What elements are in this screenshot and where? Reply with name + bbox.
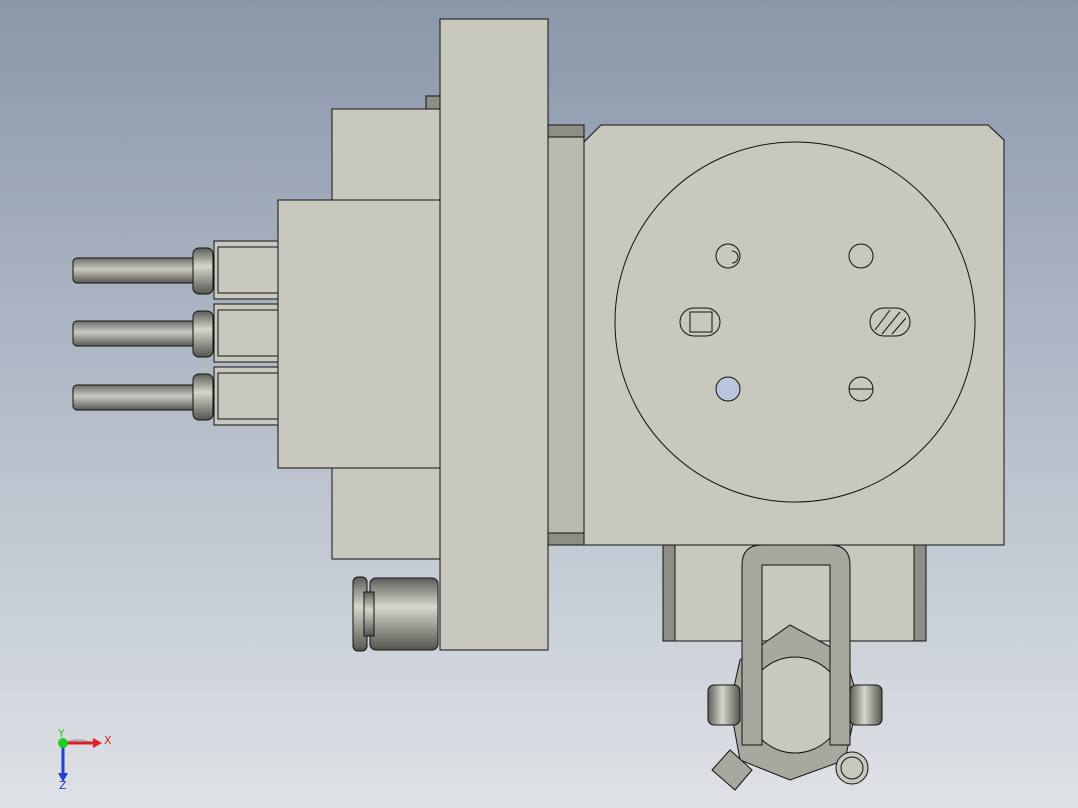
y-axis-label: Y <box>57 727 65 740</box>
spacer-bottom-cap <box>547 532 585 546</box>
mount-hole <box>715 243 741 269</box>
spacer-top-cap <box>547 124 585 138</box>
mount-hole <box>848 243 874 269</box>
spacer-plate <box>547 124 585 546</box>
mount-hole <box>715 376 741 402</box>
bottom-fitting-body <box>369 577 439 651</box>
side-boss-right <box>849 684 883 726</box>
air-fitting-2 <box>72 303 279 363</box>
center-plate <box>439 18 549 651</box>
side-boss-left <box>707 684 741 726</box>
cad-viewport[interactable]: X Y Z <box>0 0 1078 808</box>
coordinate-triad: X Y Z <box>57 727 112 792</box>
x-axis-label: X <box>104 734 112 747</box>
slot-hole <box>869 307 911 337</box>
z-axis-label: Z <box>59 779 67 792</box>
rotary-table <box>614 141 976 503</box>
air-fitting-1 <box>72 240 279 300</box>
cad-model-drawing[interactable]: X Y Z <box>0 0 1078 808</box>
manifold-block <box>277 199 443 469</box>
air-fitting-3 <box>72 366 279 426</box>
